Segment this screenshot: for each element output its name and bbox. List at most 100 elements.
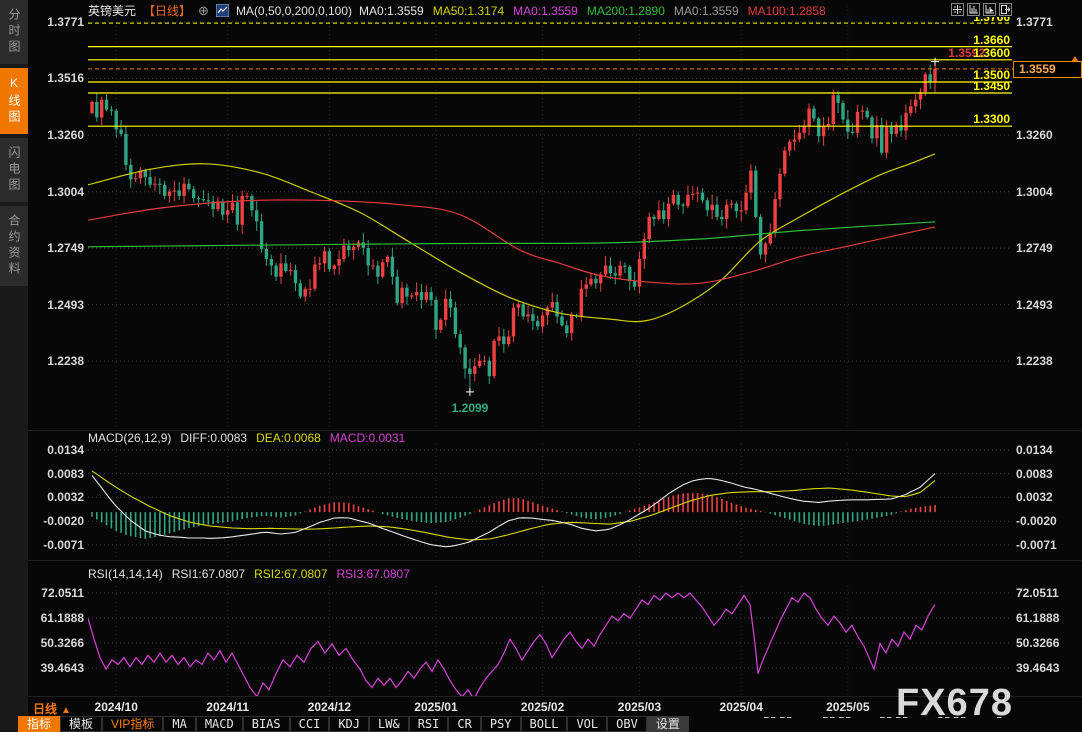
rsi-params: RSI(14,14,14) — [88, 567, 163, 581]
ma-settings: MA(0,50,0,200,0,100) — [236, 4, 352, 18]
axis-scale-right-icon[interactable] — [983, 3, 996, 16]
btn-obv[interactable]: OBV — [607, 716, 647, 732]
btn-ma[interactable]: MA — [163, 716, 195, 732]
ma-value: MA200:1.2890 — [587, 4, 665, 18]
timeframe-tag: 【日线】 — [143, 2, 191, 19]
macd-dea-value: DEA:0.0068 — [256, 431, 321, 445]
chart-type-icon[interactable] — [216, 4, 229, 17]
macd-axis-tick-left: 0.0032 — [30, 490, 84, 504]
macd-axis-tick-right: -0.0071 — [1016, 538, 1076, 552]
price-axis-tick-left: 1.3516 — [30, 71, 84, 85]
level-price-label: 1.3660 — [900, 33, 1010, 47]
timeframe-footer-button[interactable]: 日线▲ — [33, 700, 71, 717]
add-symbol-icon[interactable]: ⊕ — [198, 3, 209, 19]
price-axis-tick-right: 1.2493 — [1016, 298, 1076, 312]
btn-cci[interactable]: CCI — [290, 716, 330, 732]
macd-axis-tick-left: -0.0020 — [30, 514, 84, 528]
price-axis-tick-left: 1.2493 — [30, 298, 84, 312]
btn-settings[interactable]: 设置 — [647, 716, 689, 732]
last-price-tag: 1.3559 — [1013, 61, 1082, 78]
level-price-label: 1.3300 — [900, 112, 1010, 126]
rsi-axis-tick-right: 39.4643 — [1016, 661, 1076, 675]
rsi-axis-tick-right: 72.0511 — [1016, 586, 1076, 600]
x-axis-month-label: 2025/04 — [704, 700, 778, 714]
x-axis-month-label: 2024/12 — [292, 700, 366, 714]
macd-axis-tick-right: -0.0020 — [1016, 514, 1076, 528]
symbol-name: 英镑美元 — [88, 2, 136, 19]
btn-vol[interactable]: VOL — [567, 716, 607, 732]
btn-bias[interactable]: BIAS — [243, 716, 290, 732]
price-axis-tick-right: 1.2749 — [1016, 241, 1076, 255]
rsi-axis-tick-right: 50.3266 — [1016, 636, 1076, 650]
rsi-axis-tick-left: 61.1888 — [25, 611, 84, 625]
macd-macd-value: MACD:0.0031 — [330, 431, 405, 445]
rsi-header: RSI(14,14,14) RSI1:67.0807 RSI2:67.0807 … — [88, 567, 410, 581]
ma-value: MA100:1.2858 — [748, 4, 826, 18]
sidebar-tab-time-chart[interactable]: 分时图 — [0, 0, 28, 64]
macd-axis-tick-left: 0.0134 — [30, 443, 84, 457]
btn-lw[interactable]: LW& — [369, 716, 409, 732]
ma-value: MA0:1.3559 — [674, 4, 739, 18]
price-axis-tick-right: 1.3771 — [1016, 15, 1076, 29]
price-axis-tick-right: 1.3260 — [1016, 128, 1076, 142]
indicator-toolbar: 指标模板VIP指标MAMACDBIASCCIKDJLW&RSICRPSYBOLL… — [18, 716, 689, 732]
level-label-top-clipped: 1.3766 — [925, 17, 1010, 23]
chart-canvas — [0, 0, 1082, 732]
btn-boll[interactable]: BOLL — [521, 716, 568, 732]
macd-header: MACD(26,12,9) DIFF:0.0083 DEA:0.0068 MAC… — [88, 431, 405, 445]
ma-value: MA50:1.3174 — [433, 4, 504, 18]
chevron-up-icon: ▲ — [61, 705, 71, 716]
x-axis-month-label: 2025/01 — [399, 700, 473, 714]
price-axis-tick-left: 1.3771 — [30, 15, 84, 29]
price-axis-tick-left: 1.2749 — [30, 241, 84, 255]
axis-scale-left-icon[interactable] — [967, 3, 980, 16]
btn-rsi[interactable]: RSI — [409, 716, 449, 732]
sidebar-tab-kline-chart[interactable]: K线图 — [0, 68, 28, 134]
btn-template[interactable]: 模板 — [60, 716, 102, 732]
rsi-axis-tick-left: 50.3266 — [25, 636, 84, 650]
sidebar: 分时图 K线图闪电图合约资料 — [0, 0, 28, 732]
sidebar-tab-contract-info[interactable]: 合约资料 — [0, 206, 28, 286]
macd-axis-tick-right: 0.0134 — [1016, 443, 1076, 457]
rsi2-value: RSI2:67.0807 — [254, 567, 327, 581]
rsi-axis-tick-left: 39.4643 — [25, 661, 84, 675]
trading-app-window: 分时图 K线图闪电图合约资料 英镑美元 【日线】 ⊕ MA(0,50,0,200,… — [0, 0, 1082, 732]
btn-indicator[interactable]: 指标 — [18, 716, 60, 732]
x-axis-month-label: 2024/10 — [79, 700, 153, 714]
ma-values: MA0:1.3559 MA50:1.3174 MA0:1.3559 MA200:1.2… — [359, 4, 826, 18]
macd-axis-tick-right: 0.0083 — [1016, 467, 1076, 481]
price-axis-tick-left: 1.3004 — [30, 185, 84, 199]
rsi-axis-tick-left: 72.0511 — [25, 586, 84, 600]
watermark-logo: FX678 — [896, 682, 1013, 725]
x-axis-month-label: 2025/03 — [602, 700, 676, 714]
btn-macd[interactable]: MACD — [196, 716, 243, 732]
header-toolbar — [951, 3, 1012, 16]
level-price-label: 1.3450 — [900, 79, 1010, 93]
macd-axis-tick-left: 0.0083 — [30, 467, 84, 481]
price-axis-tick-left: 1.2238 — [30, 354, 84, 368]
level-price-label: 1.3600 — [900, 46, 1010, 60]
x-axis-month-label: 2025/05 — [811, 700, 885, 714]
ma-value: MA0:1.3559 — [513, 4, 578, 18]
rsi1-value: RSI1:67.0807 — [172, 567, 245, 581]
exit-chart-icon[interactable] — [999, 3, 1012, 16]
price-axis-tick-right: 1.2238 — [1016, 354, 1076, 368]
btn-vip-indicator[interactable]: VIP指标 — [102, 716, 163, 732]
sidebar-tab-lightning-chart[interactable]: 闪电图 — [0, 138, 28, 202]
price-axis-tick-right: 1.3004 — [1016, 185, 1076, 199]
x-axis-month-label: 2025/02 — [506, 700, 580, 714]
rsi-axis-tick-right: 61.1888 — [1016, 611, 1076, 625]
x-axis-month-label: 2024/11 — [191, 700, 265, 714]
macd-axis-tick-right: 0.0032 — [1016, 490, 1076, 504]
crosshair-icon[interactable] — [951, 3, 964, 16]
macd-params: MACD(26,12,9) — [88, 431, 171, 445]
rsi3-value: RSI3:67.0807 — [337, 567, 410, 581]
macd-diff-value: DIFF:0.0083 — [180, 431, 247, 445]
ma-value: MA0:1.3559 — [359, 4, 424, 18]
price-axis-tick-left: 1.3260 — [30, 128, 84, 142]
macd-axis-tick-left: -0.0071 — [30, 538, 84, 552]
btn-cr[interactable]: CR — [448, 716, 480, 732]
btn-kdj[interactable]: KDJ — [329, 716, 369, 732]
chart-header: 英镑美元 【日线】 ⊕ MA(0,50,0,200,0,100) MA0:1.3… — [88, 2, 826, 19]
btn-psy[interactable]: PSY — [481, 716, 521, 732]
